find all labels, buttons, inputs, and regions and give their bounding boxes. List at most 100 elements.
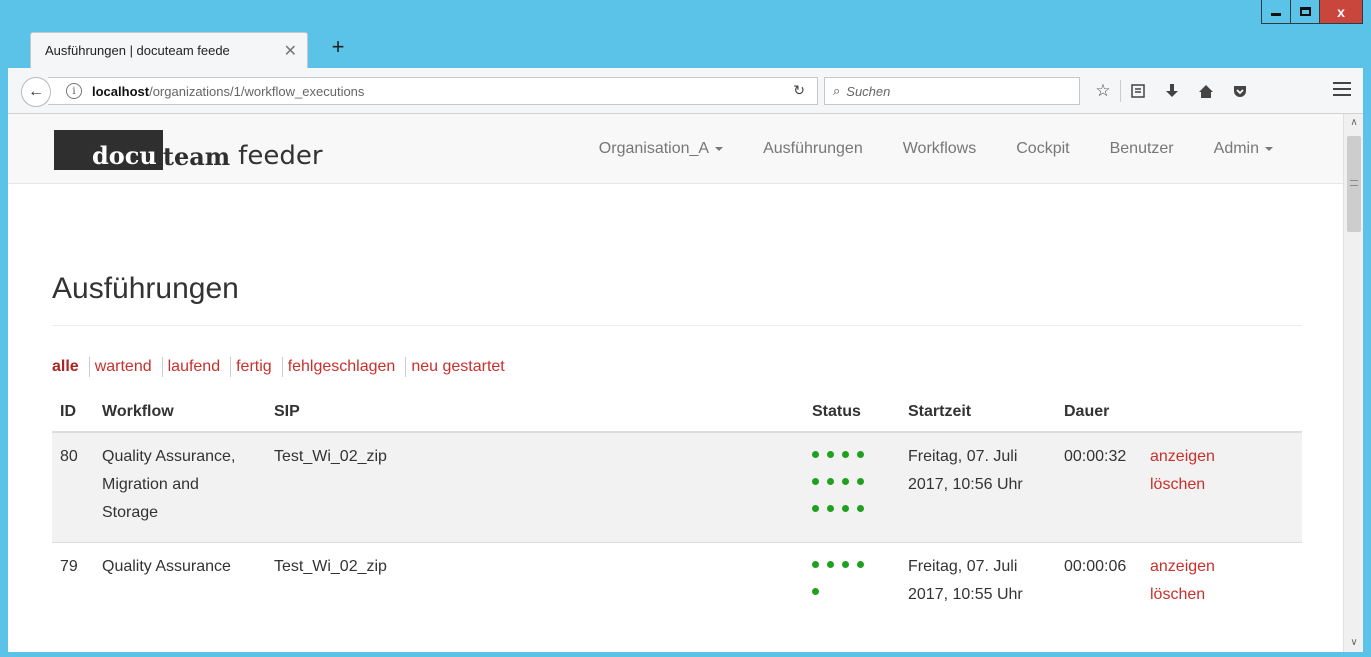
filter-separator (405, 357, 407, 377)
table-row: 80 Quality Assurance, Migration and Stor… (52, 432, 1302, 543)
nav-admin[interactable]: Admin (1194, 140, 1293, 158)
show-link[interactable]: anzeigen (1150, 443, 1294, 471)
column-header-actions (1142, 391, 1302, 433)
cell-id: 79 (52, 542, 94, 625)
browser-toolbar: i localhost/organizations/1/workflow_exe… (8, 68, 1363, 114)
cell-status (804, 432, 900, 543)
caret-down-icon (1265, 147, 1273, 151)
nav-benutzer[interactable]: Benutzer (1090, 140, 1194, 158)
nav-benutzer-label: Benutzer (1109, 140, 1174, 157)
filter-alle[interactable]: alle (52, 358, 79, 376)
scrollbar-thumb[interactable] (1347, 136, 1361, 232)
status-dots (812, 553, 876, 615)
address-bar[interactable]: i localhost/organizations/1/workflow_exe… (48, 77, 818, 105)
cell-startzeit: Freitag, 07. Juli 2017, 10:56 Uhr (900, 432, 1056, 543)
maximize-icon (1299, 7, 1311, 16)
column-header-workflow: Workflow (94, 391, 266, 433)
status-dot (842, 505, 849, 512)
filter-separator (88, 357, 90, 377)
table-row: 79 Quality Assurance Test_Wi_02_zip Frei… (52, 542, 1302, 625)
column-header-id: ID (52, 391, 94, 433)
search-icon: ⌕ (833, 83, 841, 98)
home-icon[interactable] (1189, 80, 1223, 102)
status-dot (812, 451, 819, 458)
delete-link[interactable]: löschen (1150, 581, 1294, 609)
reading-list-icon[interactable] (1121, 80, 1155, 102)
close-window-button[interactable]: x (1319, 0, 1363, 24)
tab-close-icon[interactable]: ✕ (284, 41, 297, 61)
nav-cockpit-label: Cockpit (1016, 140, 1070, 157)
cell-dauer: 00:00:32 (1056, 432, 1142, 543)
column-header-status: Status (804, 391, 900, 433)
download-icon[interactable] (1155, 80, 1189, 102)
column-header-sip: SIP (266, 391, 804, 433)
nav-organisation-label: Organisation_A (598, 140, 710, 157)
pocket-icon[interactable] (1223, 80, 1257, 102)
back-button[interactable]: ← (21, 77, 51, 107)
status-dot (827, 561, 834, 568)
vertical-scrollbar[interactable]: ∧ ∨ (1343, 114, 1363, 652)
status-dot (812, 505, 819, 512)
status-dots (812, 443, 876, 532)
reload-icon[interactable]: ↻ (793, 82, 805, 99)
brand-docu: docu (54, 130, 163, 170)
status-dot (812, 478, 819, 485)
window-controls: x (1261, 0, 1363, 24)
status-dot (842, 451, 849, 458)
nav-cockpit[interactable]: Cockpit (996, 140, 1089, 158)
filter-fehlgeschlagen[interactable]: fehlgeschlagen (288, 358, 396, 376)
minimize-icon (1271, 13, 1281, 16)
status-dot (827, 451, 834, 458)
site-nav-menu: Organisation_A Ausführungen Workflows Co… (579, 114, 1293, 184)
bookmark-star-icon[interactable]: ☆ (1086, 80, 1120, 102)
scroll-up-icon[interactable]: ∧ (1344, 114, 1363, 132)
filter-wartend[interactable]: wartend (95, 358, 152, 376)
nav-ausfuehrungen[interactable]: Ausführungen (743, 140, 883, 158)
status-dot (857, 505, 864, 512)
status-dot (857, 451, 864, 458)
status-dot (827, 505, 834, 512)
delete-link[interactable]: löschen (1150, 471, 1294, 499)
cell-startzeit: Freitag, 07. Juli 2017, 10:55 Uhr (900, 542, 1056, 625)
cell-sip: Test_Wi_02_zip (266, 542, 804, 625)
browser-tab[interactable]: Ausführungen | docuteam feede ✕ (30, 32, 308, 68)
column-header-startzeit: Startzeit (900, 391, 1056, 433)
new-tab-button[interactable]: + (326, 34, 350, 60)
filter-separator (161, 357, 163, 377)
brand-team: team (162, 141, 231, 171)
menu-icon[interactable] (1333, 80, 1351, 98)
status-dot (812, 561, 819, 568)
tab-title: Ausführungen | docuteam feede (45, 43, 230, 58)
filter-neu-gestartet[interactable]: neu gestartet (411, 358, 504, 376)
status-filters: alle wartend laufend fertig fehlgeschlag… (52, 357, 1302, 377)
back-arrow-icon: ← (28, 83, 44, 100)
cell-workflow: Quality Assurance, Migration and Storage (94, 432, 266, 543)
search-input[interactable]: ⌕ Suchen (824, 77, 1080, 105)
page-viewport: docu team feeder Organisation_A Ausführu… (8, 114, 1363, 652)
search-placeholder: Suchen (846, 83, 891, 99)
status-dot (842, 478, 849, 485)
brand-logo[interactable]: docu team feeder (54, 130, 323, 171)
filter-separator (230, 357, 232, 377)
maximize-button[interactable] (1290, 0, 1320, 24)
cell-workflow: Quality Assurance (94, 542, 266, 625)
nav-workflows[interactable]: Workflows (883, 140, 997, 158)
toolbar-icons: ☆ (1086, 80, 1257, 102)
cell-actions: anzeigen löschen (1142, 432, 1302, 543)
status-dot (842, 561, 849, 568)
show-link[interactable]: anzeigen (1150, 553, 1294, 581)
page-title: Ausführungen (52, 272, 1302, 326)
status-dot (827, 478, 834, 485)
table-header-row: ID Workflow SIP Status Startzeit Dauer (52, 391, 1302, 433)
executions-table: ID Workflow SIP Status Startzeit Dauer 8… (52, 391, 1302, 625)
cell-sip: Test_Wi_02_zip (266, 432, 804, 543)
nav-ausfuehrungen-label: Ausführungen (763, 140, 863, 157)
status-dot (857, 561, 864, 568)
nav-organisation[interactable]: Organisation_A (579, 140, 743, 158)
filter-fertig[interactable]: fertig (236, 358, 272, 376)
info-icon[interactable]: i (66, 83, 82, 99)
status-dot (812, 588, 819, 595)
scroll-down-icon[interactable]: ∨ (1344, 634, 1363, 652)
minimize-button[interactable] (1261, 0, 1291, 24)
filter-laufend[interactable]: laufend (168, 358, 221, 376)
